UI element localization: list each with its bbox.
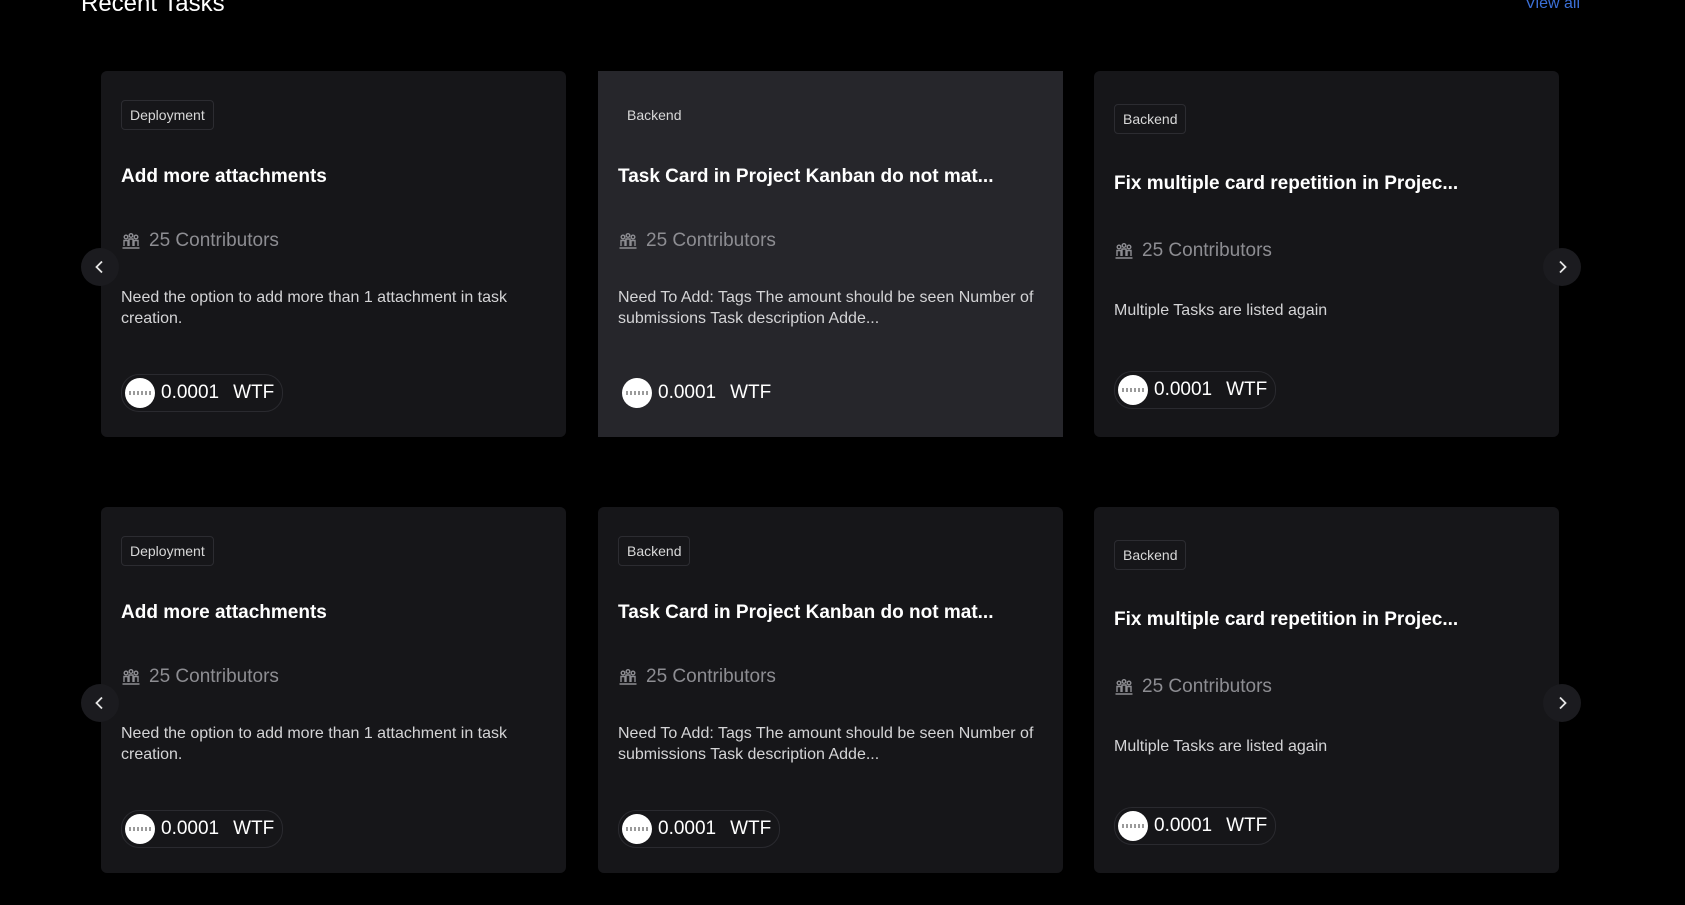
chevron-left-icon — [95, 696, 103, 710]
coin-icon — [125, 378, 155, 408]
contributors: 25 Contributors — [121, 228, 279, 254]
task-card[interactable]: Backend Fix multiple card repetition in … — [1094, 71, 1559, 437]
contributors-count: 25 Contributors — [1142, 676, 1272, 697]
coin-icon — [622, 814, 652, 844]
reward-unit: WTF — [730, 818, 772, 839]
contributors-count: 25 Contributors — [646, 230, 776, 251]
contributors-count: 25 Contributors — [1142, 240, 1272, 261]
reward-unit: WTF — [730, 382, 772, 403]
carousel-next-button[interactable] — [1543, 684, 1581, 722]
reward-badge: 0.0001 WTF — [618, 374, 780, 412]
reward-badge: 0.0001 WTF — [618, 810, 781, 848]
task-title: Add more attachments — [121, 602, 327, 623]
reward-unit: WTF — [233, 818, 275, 839]
category-tag: Deployment — [121, 536, 214, 566]
contributors-count: 25 Contributors — [149, 230, 279, 251]
carousel-prev-button[interactable] — [81, 684, 119, 722]
category-tag: Deployment — [121, 100, 214, 130]
contributors-count: 25 Contributors — [149, 666, 279, 687]
task-card[interactable]: Deployment Add more attachments 25 Contr… — [101, 71, 566, 437]
view-all-link[interactable]: View all — [1525, 0, 1580, 18]
contributors: 25 Contributors — [1114, 674, 1272, 700]
reward-amount: 0.0001 — [1154, 379, 1213, 400]
task-title: Add more attachments — [121, 166, 327, 187]
section-title: Recent Tasks — [81, 0, 225, 17]
category-tag: Backend — [618, 536, 691, 566]
task-description: Need the option to add more than 1 attac… — [121, 289, 508, 327]
chevron-left-icon — [95, 260, 103, 274]
reward-amount: 0.0001 — [658, 382, 717, 403]
task-description: Need To Add: Tags The amount should be s… — [618, 289, 1034, 327]
task-carousel-row-2: Deployment Add more attachments 25 Contr… — [0, 507, 1685, 873]
reward-badge: 0.0001 WTF — [1114, 371, 1277, 409]
people-group-icon — [619, 669, 637, 685]
coin-icon — [125, 814, 155, 844]
task-description: Multiple Tasks are listed again — [1114, 302, 1328, 319]
reward-unit: WTF — [233, 382, 275, 403]
category-tag: Backend — [627, 107, 682, 123]
chevron-right-icon — [1559, 696, 1567, 710]
contributors: 25 Contributors — [618, 664, 776, 690]
reward-badge: 0.0001 WTF — [121, 810, 284, 848]
category-tag: Backend — [1114, 104, 1187, 134]
task-carousel-row-1: Deployment Add more attachments 25 Contr… — [0, 71, 1685, 437]
task-card[interactable]: Backend Task Card in Project Kanban do n… — [598, 71, 1063, 437]
coin-icon — [1118, 375, 1148, 405]
task-card[interactable]: Deployment Add more attachments 25 Contr… — [101, 507, 566, 873]
category-tag: Backend — [1114, 540, 1187, 570]
contributors: 25 Contributors — [1114, 238, 1272, 264]
reward-amount: 0.0001 — [1154, 815, 1213, 836]
reward-unit: WTF — [1226, 379, 1268, 400]
chevron-right-icon — [1559, 260, 1567, 274]
section-header: Recent Tasks View all — [81, 0, 1580, 20]
reward-badge: 0.0001 WTF — [1114, 807, 1277, 845]
coin-icon — [622, 378, 652, 408]
task-title: Task Card in Project Kanban do not mat..… — [618, 166, 994, 187]
reward-unit: WTF — [1226, 815, 1268, 836]
people-group-icon — [122, 233, 140, 249]
carousel-next-button[interactable] — [1543, 248, 1581, 286]
reward-amount: 0.0001 — [161, 382, 220, 403]
coin-icon — [1118, 811, 1148, 841]
task-description: Need the option to add more than 1 attac… — [121, 725, 508, 763]
task-title: Fix multiple card repetition in Projec..… — [1114, 173, 1459, 194]
task-description: Multiple Tasks are listed again — [1114, 738, 1328, 755]
reward-amount: 0.0001 — [161, 818, 220, 839]
reward-amount: 0.0001 — [658, 818, 717, 839]
people-group-icon — [122, 669, 140, 685]
contributors: 25 Contributors — [121, 664, 279, 690]
contributors-count: 25 Contributors — [646, 666, 776, 687]
people-group-icon — [619, 233, 637, 249]
people-group-icon — [1115, 679, 1133, 695]
task-description: Need To Add: Tags The amount should be s… — [618, 725, 1034, 763]
task-title: Fix multiple card repetition in Projec..… — [1114, 609, 1459, 630]
task-title: Task Card in Project Kanban do not mat..… — [618, 602, 994, 623]
carousel-prev-button[interactable] — [81, 248, 119, 286]
reward-badge: 0.0001 WTF — [121, 374, 284, 412]
people-group-icon — [1115, 243, 1133, 259]
task-card[interactable]: Backend Task Card in Project Kanban do n… — [598, 507, 1063, 873]
task-card[interactable]: Backend Fix multiple card repetition in … — [1094, 507, 1559, 873]
contributors: 25 Contributors — [618, 228, 776, 254]
